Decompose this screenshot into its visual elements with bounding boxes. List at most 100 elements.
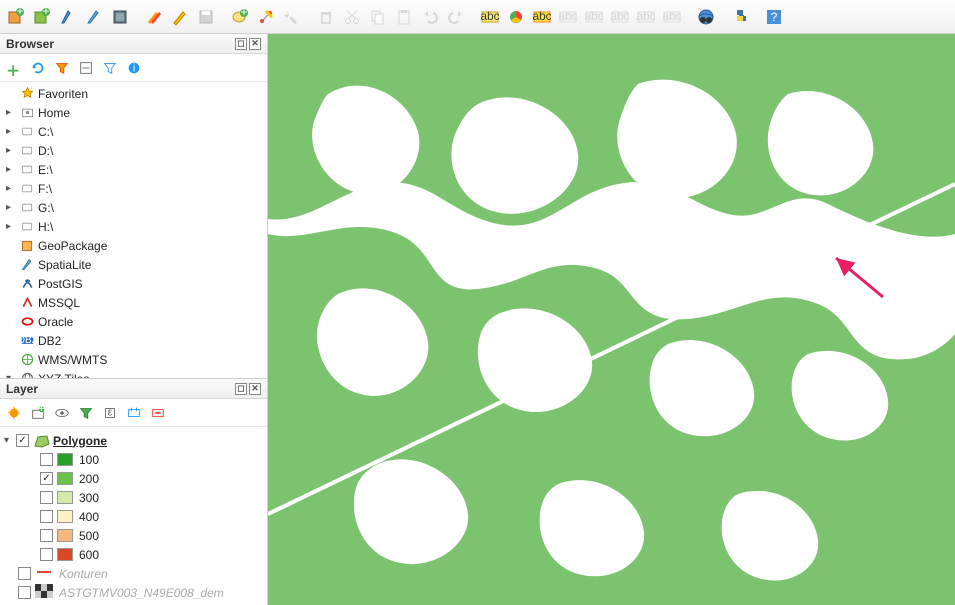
save-edits-button[interactable] bbox=[194, 5, 218, 29]
layer-checkbox[interactable] bbox=[18, 567, 31, 580]
layer-class-100[interactable]: 100 bbox=[0, 450, 267, 469]
browser-toggle-props-button[interactable] bbox=[100, 58, 120, 78]
expand-arrow-icon[interactable]: ▸ bbox=[6, 183, 18, 194]
class-checkbox[interactable] bbox=[40, 548, 53, 561]
close-icon[interactable]: ✕ bbox=[249, 38, 261, 50]
browser-refresh-button[interactable] bbox=[28, 58, 48, 78]
browser-item-mssql[interactable]: MSSQL bbox=[0, 293, 267, 312]
browser-item-geopackage[interactable]: GeoPackage bbox=[0, 236, 267, 255]
class-checkbox[interactable] bbox=[40, 529, 53, 542]
modify-attributes-button[interactable] bbox=[280, 5, 304, 29]
browser-tree[interactable]: Favoriten▸Home▸C:\▸D:\▸E:\▸F:\▸G:\▸H:\Ge… bbox=[0, 82, 267, 378]
browser-item-spatialite[interactable]: SpatiaLite bbox=[0, 255, 267, 274]
current-edits-button[interactable] bbox=[142, 5, 166, 29]
layer-checkbox[interactable] bbox=[18, 586, 31, 599]
new-shapefile-layer-button[interactable]: + bbox=[30, 5, 54, 29]
label-highlight-button[interactable]: abc bbox=[530, 5, 554, 29]
layer-name-label: ASTGTMV003_N49E008_dem bbox=[57, 586, 224, 600]
expand-arrow-icon[interactable]: ▸ bbox=[6, 164, 18, 175]
layer-visibility-button[interactable] bbox=[52, 403, 72, 423]
browser-item-f-[interactable]: ▸F:\ bbox=[0, 179, 267, 198]
redo-button[interactable] bbox=[444, 5, 468, 29]
browser-item-wms-wmts[interactable]: WMS/WMTS bbox=[0, 350, 267, 369]
label-tool-abc-button[interactable]: abc bbox=[478, 5, 502, 29]
label-pin-button[interactable]: abc bbox=[556, 5, 580, 29]
layer-class-200[interactable]: ✓200 bbox=[0, 469, 267, 488]
browser-enable-props-button[interactable]: i bbox=[124, 58, 144, 78]
layer-expand-all-button[interactable]: ε bbox=[100, 403, 120, 423]
left-panel: Browser ◻ ✕ i Favoriten▸Home▸C:\▸D:\▸E:\… bbox=[0, 34, 268, 605]
browser-item-xyz-tiles[interactable]: ▾XYZ Tiles bbox=[0, 369, 267, 378]
browser-item-c-[interactable]: ▸C:\ bbox=[0, 122, 267, 141]
layer-class-500[interactable]: 500 bbox=[0, 526, 267, 545]
browser-add-layer-button[interactable] bbox=[4, 58, 24, 78]
browser-item-e-[interactable]: ▸ E:\ bbox=[0, 160, 267, 179]
undock-icon[interactable]: ◻ bbox=[235, 383, 247, 395]
expand-arrow-icon[interactable]: ▾ bbox=[6, 373, 18, 378]
label-show-button[interactable]: abc bbox=[582, 5, 606, 29]
layer-checkbox[interactable]: ✓ bbox=[16, 434, 29, 447]
browser-item-label: E:\ bbox=[36, 163, 53, 177]
expand-arrow-icon[interactable]: ▸ bbox=[6, 126, 18, 137]
svg-text:abc: abc bbox=[637, 9, 655, 23]
expand-arrow-icon[interactable]: ▾ bbox=[4, 435, 16, 446]
map-canvas[interactable] bbox=[268, 34, 955, 605]
expand-arrow-icon[interactable]: ▸ bbox=[6, 145, 18, 156]
layer-tree[interactable]: ▾✓Polygone100✓200300400500600Konturen AST… bbox=[0, 427, 267, 605]
layer-collapse-all-button[interactable] bbox=[124, 403, 144, 423]
db2-icon: DB2 bbox=[18, 333, 36, 348]
layer-add-group-button[interactable]: + bbox=[28, 403, 48, 423]
browser-item-g-[interactable]: ▸G:\ bbox=[0, 198, 267, 217]
layer-filter-legend-button[interactable] bbox=[76, 403, 96, 423]
layer-style-button[interactable] bbox=[4, 403, 24, 423]
browser-item-favoriten[interactable]: Favoriten bbox=[0, 84, 267, 103]
layer-astgtmv003-n49e008-dem[interactable]: ASTGTMV003_N49E008_dem bbox=[0, 583, 267, 602]
paste-features-button[interactable] bbox=[392, 5, 416, 29]
copy-features-button[interactable] bbox=[366, 5, 390, 29]
browser-item-db2[interactable]: DB2DB2 bbox=[0, 331, 267, 350]
new-temp-layer-button[interactable] bbox=[82, 5, 106, 29]
layer-root-polygone[interactable]: ▾✓Polygone bbox=[0, 431, 267, 450]
add-feature-button[interactable]: + bbox=[228, 5, 252, 29]
class-checkbox[interactable] bbox=[40, 491, 53, 504]
label-change-button[interactable]: abc bbox=[660, 5, 684, 29]
expand-arrow-icon[interactable]: ▸ bbox=[6, 221, 18, 232]
metasearch-button[interactable] bbox=[694, 5, 718, 29]
browser-item-label: WMS/WMTS bbox=[36, 353, 107, 367]
expand-arrow-icon[interactable]: ▸ bbox=[6, 107, 18, 118]
browser-collapse-button[interactable] bbox=[76, 58, 96, 78]
layer-remove-button[interactable] bbox=[148, 403, 168, 423]
label-move-button[interactable]: abc bbox=[608, 5, 632, 29]
browser-panel-header[interactable]: Browser ◻ ✕ bbox=[0, 34, 267, 54]
undock-icon[interactable]: ◻ bbox=[235, 38, 247, 50]
new-geopackage-layer-button[interactable]: + bbox=[4, 5, 28, 29]
toggle-editing-button[interactable] bbox=[168, 5, 192, 29]
browser-item-h-[interactable]: ▸H:\ bbox=[0, 217, 267, 236]
label-rotate-button[interactable]: abc bbox=[634, 5, 658, 29]
class-checkbox[interactable]: ✓ bbox=[40, 472, 53, 485]
browser-item-oracle[interactable]: Oracle bbox=[0, 312, 267, 331]
cut-features-button[interactable] bbox=[340, 5, 364, 29]
new-spatialite-layer-button[interactable] bbox=[56, 5, 80, 29]
close-icon[interactable]: ✕ bbox=[249, 383, 261, 395]
layer-panel-header[interactable]: Layer ◻ ✕ bbox=[0, 379, 267, 399]
undo-button[interactable] bbox=[418, 5, 442, 29]
delete-selected-button[interactable] bbox=[314, 5, 338, 29]
python-console-button[interactable] bbox=[728, 5, 752, 29]
class-checkbox[interactable] bbox=[40, 453, 53, 466]
diagram-tool-button[interactable] bbox=[504, 5, 528, 29]
expand-arrow-icon[interactable]: ▸ bbox=[6, 202, 18, 213]
layer-class-600[interactable]: 600 bbox=[0, 545, 267, 564]
browser-item-d-[interactable]: ▸D:\ bbox=[0, 141, 267, 160]
help-button[interactable]: ? bbox=[762, 5, 786, 29]
browser-item-home[interactable]: ▸Home bbox=[0, 103, 267, 122]
layer-konturen[interactable]: Konturen bbox=[0, 564, 267, 583]
class-checkbox[interactable] bbox=[40, 510, 53, 523]
browser-filter-button[interactable] bbox=[52, 58, 72, 78]
vertex-tool-button[interactable] bbox=[254, 5, 278, 29]
layer-class-400[interactable]: 400 bbox=[0, 507, 267, 526]
layer-class-300[interactable]: 300 bbox=[0, 488, 267, 507]
color-swatch bbox=[57, 529, 73, 542]
new-virtual-layer-button[interactable] bbox=[108, 5, 132, 29]
browser-item-postgis[interactable]: PostGIS bbox=[0, 274, 267, 293]
